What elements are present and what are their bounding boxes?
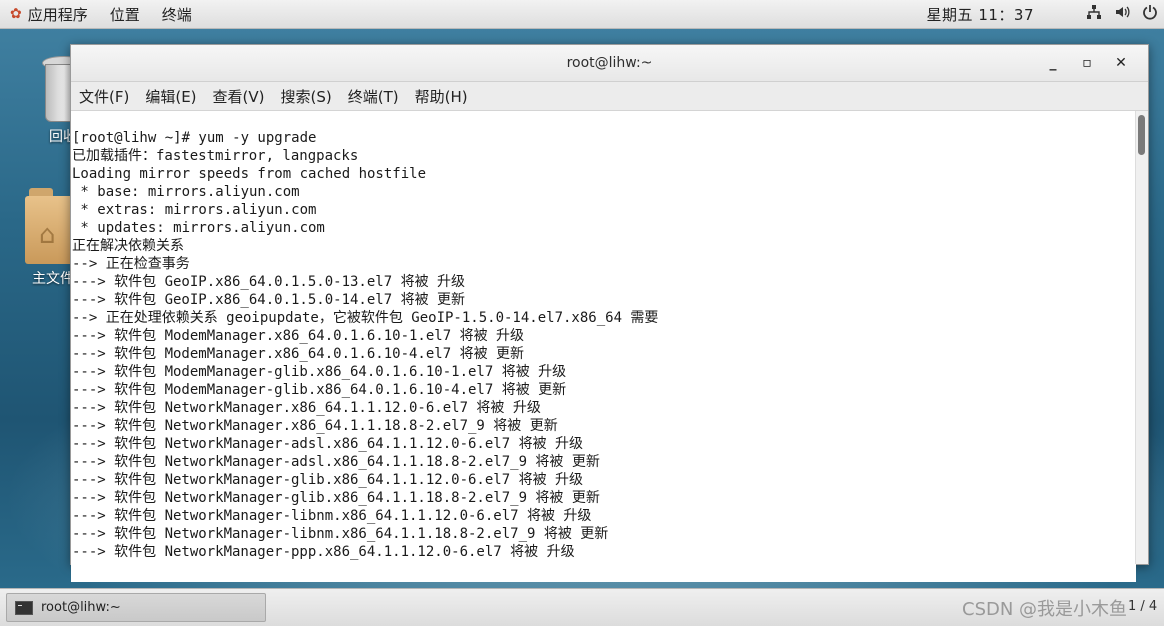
terminal-line: ---> 软件包 ModemManager.x86_64.0.1.6.10-1.… [72, 328, 525, 344]
terminal-window: root@lihw:~ _ ▫ ✕ 文件(F) 编辑(E) 查看(V) 搜索(S… [70, 44, 1149, 582]
terminal-line: ---> 软件包 NetworkManager-libnm.x86_64.1.1… [72, 526, 609, 542]
terminal-line: * base: mirrors.aliyun.com [72, 184, 300, 200]
menu-places[interactable]: 位置 [110, 4, 140, 25]
menu-help[interactable]: 帮助(H) [415, 86, 468, 107]
terminal-line: Loading mirror speeds from cached hostfi… [72, 166, 427, 182]
maximize-button[interactable]: ▫ [1070, 55, 1104, 71]
terminal-line: ---> 软件包 GeoIP.x86_64.0.1.5.0-13.el7 将被 … [72, 274, 466, 290]
menu-file[interactable]: 文件(F) [79, 86, 129, 107]
terminal-line: ---> 软件包 NetworkManager-glib.x86_64.1.1.… [72, 472, 584, 488]
terminal-line: * extras: mirrors.aliyun.com [72, 202, 317, 218]
minimize-button[interactable]: _ [1036, 55, 1070, 71]
volume-icon[interactable] [1108, 4, 1136, 24]
menu-edit[interactable]: 编辑(E) [145, 86, 196, 107]
network-icon[interactable] [1080, 4, 1108, 24]
terminal-line: * updates: mirrors.aliyun.com [72, 220, 325, 236]
menu-applications[interactable]: 应用程序 [28, 4, 88, 25]
terminal-line: ---> 软件包 NetworkManager.x86_64.1.1.12.0-… [72, 400, 541, 416]
menu-view[interactable]: 查看(V) [213, 86, 265, 107]
terminal-line: --> 正在处理依赖关系 geoipupdate，它被软件包 GeoIP-1.5… [72, 310, 659, 326]
terminal-line: ---> 软件包 NetworkManager-adsl.x86_64.1.1.… [72, 454, 600, 470]
terminal-line: 已加载插件：fastestmirror, langpacks [72, 148, 359, 164]
terminal-line: ---> 软件包 ModemManager-glib.x86_64.0.1.6.… [72, 382, 567, 398]
menu-terminal[interactable]: 终端 [162, 4, 192, 25]
terminal-line: ---> 软件包 NetworkManager-adsl.x86_64.1.1.… [72, 436, 584, 452]
terminal-line: 正在解决依赖关系 [72, 238, 184, 254]
terminal-line: ---> 软件包 NetworkManager-glib.x86_64.1.1.… [72, 490, 600, 506]
terminal-line: ---> 软件包 GeoIP.x86_64.0.1.5.0-14.el7 将被 … [72, 292, 466, 308]
close-button[interactable]: ✕ [1104, 55, 1138, 71]
terminal-line: ---> 软件包 NetworkManager-libnm.x86_64.1.1… [72, 508, 592, 524]
terminal-line: ---> 软件包 NetworkManager.x86_64.1.1.18.8-… [72, 418, 558, 434]
terminal-line: ---> 软件包 NetworkManager-ppp.x86_64.1.1.1… [72, 544, 575, 560]
power-icon[interactable] [1136, 4, 1164, 24]
terminal-line: [root@lihw ~]# yum -y upgrade [72, 130, 317, 146]
menu-terminal-window[interactable]: 终端(T) [348, 86, 399, 107]
workspace-pager[interactable]: 1 / 4 [1128, 599, 1157, 614]
terminal-icon [15, 600, 33, 615]
scrollbar-thumb[interactable] [1138, 115, 1145, 155]
terminal-line: --> 正在检查事务 [72, 256, 190, 272]
menu-search[interactable]: 搜索(S) [281, 86, 332, 107]
clock[interactable]: 星期五 11：37 [927, 4, 1034, 25]
terminal-output[interactable]: [root@lihw ~]# yum -y upgrade 已加载插件：faste… [71, 111, 1136, 582]
top-panel: ✿ 应用程序 位置 终端 星期五 11：37 [0, 0, 1164, 29]
applications-icon: ✿ [10, 6, 22, 22]
terminal-line: ---> 软件包 ModemManager-glib.x86_64.0.1.6.… [72, 364, 567, 380]
watermark: CSDN @我是小木鱼 [962, 599, 1128, 620]
taskbar-item-label: root@lihw:~ [41, 600, 121, 615]
taskbar-terminal-item[interactable]: root@lihw:~ [6, 593, 266, 622]
terminal-line: ---> 软件包 ModemManager.x86_64.0.1.6.10-4.… [72, 346, 525, 362]
window-title: root@lihw:~ [566, 55, 653, 71]
window-menubar: 文件(F) 编辑(E) 查看(V) 搜索(S) 终端(T) 帮助(H) [71, 82, 1148, 111]
terminal-scrollbar[interactable] [1135, 111, 1148, 564]
window-titlebar[interactable]: root@lihw:~ _ ▫ ✕ [71, 45, 1148, 82]
